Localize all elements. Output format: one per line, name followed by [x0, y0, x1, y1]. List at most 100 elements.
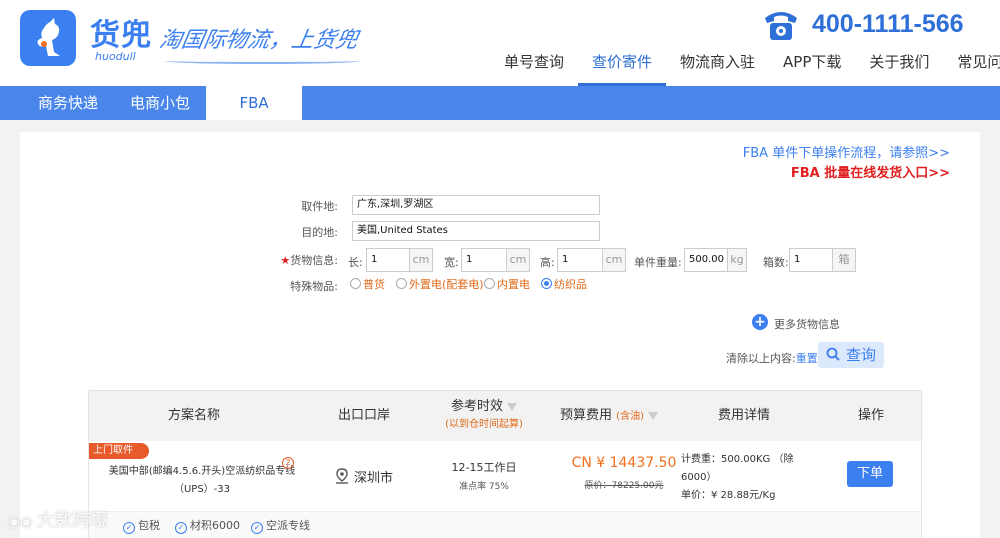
reset-link[interactable]: 重置 — [796, 352, 818, 365]
slogan-underline — [165, 58, 360, 64]
boxes-input[interactable]: 1 — [789, 248, 833, 272]
logo[interactable] — [20, 10, 76, 66]
tag-tax-included: ✓ 包税 — [123, 517, 160, 534]
nav-app-download[interactable]: APP下载 — [769, 48, 855, 86]
cargo-label-text: 货物信息: — [290, 254, 338, 267]
length-label: 长: — [348, 256, 363, 269]
table-header: 方案名称 出口口岸 参考时效 (以到仓时间起算) 预算费用 (含油) 费用详情 … — [89, 391, 921, 441]
col-eta[interactable]: 参考时效 (以到仓时间起算) — [419, 391, 549, 441]
weight-input[interactable]: 500.00 — [684, 248, 728, 272]
clear-label: 清除以上内容: — [726, 352, 796, 365]
query-button[interactable]: 查询 — [818, 342, 884, 368]
more-cargo-link[interactable]: 更多货物信息 — [774, 316, 840, 332]
fba-batch-link[interactable]: FBA 批量在线发货入口>> — [791, 162, 950, 181]
fee-detail: 计费重：500.00KG （除 6000） 单价：¥ 28.88元/Kg — [681, 451, 811, 505]
tag-air-line: ✓ 空派专线 — [251, 517, 310, 534]
boxes-unit: 箱 — [832, 248, 856, 272]
radio-textiles-label[interactable]: 纺织品 — [554, 276, 587, 292]
col-export-port: 出口口岸 — [337, 408, 390, 423]
watermark: ◉◉ 大数跨境 — [8, 506, 108, 532]
radio-external-battery-label[interactable]: 外置电(配套电) — [409, 276, 484, 292]
clear-text: 清除以上内容:重置 — [726, 350, 818, 366]
nav-tracking[interactable]: 单号查询 — [490, 48, 578, 86]
kangaroo-logo-icon — [37, 18, 60, 56]
feature-tags: ✓ 包税 ✓ 材积6000 ✓ 空派专线 — [89, 511, 921, 538]
col-action: 操作 — [857, 408, 884, 423]
check-circle-icon: ✓ — [251, 522, 263, 534]
original-price: 原价：78225.00元 — [584, 481, 664, 491]
check-circle-icon: ✓ — [175, 522, 187, 534]
destination-input[interactable]: 美国,United States — [352, 221, 600, 241]
origin-label: 取件地: — [301, 200, 338, 213]
tab-fba[interactable]: FBA — [206, 86, 303, 120]
chargeable-weight: 计费重：500.00KG （除 — [681, 454, 794, 465]
origin-input[interactable]: 广东,深圳,罗湖区 — [352, 195, 600, 215]
col-plan-name: 方案名称 — [167, 408, 220, 423]
estimated-price: CN ¥ 14437.50 — [571, 455, 677, 471]
location-pin-icon — [336, 468, 348, 484]
col-eta-sub: (以到仓时间起算) — [445, 419, 523, 430]
check-circle-icon: ✓ — [123, 522, 135, 534]
tag-volume: ✓ 材积6000 — [175, 517, 240, 534]
quote-panel: FBA 单件下单操作流程，请参照>> FBA 批量在线发货入口>> 取件地: 广… — [20, 132, 980, 538]
ontime-rate: 准点率 75% — [459, 482, 509, 492]
tag-label: 空派专线 — [266, 519, 310, 532]
col-cost[interactable]: 预算费用 (含油) — [549, 391, 669, 441]
port-name: 深圳市 — [354, 471, 394, 486]
slogan: 淘国际物流，上货兜 — [157, 28, 360, 53]
radio-general-goods[interactable] — [350, 278, 361, 289]
width-input[interactable]: 1 — [461, 248, 507, 272]
length-unit: cm — [409, 248, 433, 272]
radio-internal-battery-label[interactable]: 内置电 — [497, 276, 530, 292]
height-input[interactable]: 1 — [557, 248, 603, 272]
radio-textiles[interactable] — [541, 278, 552, 289]
col-eta-label: 参考时效 — [450, 399, 503, 414]
fba-flow-link[interactable]: FBA 单件下单操作流程，请参照>> — [743, 142, 950, 161]
weight-unit: kg — [727, 248, 747, 272]
radio-external-battery[interactable] — [396, 278, 407, 289]
tag-label: 包税 — [138, 519, 160, 532]
sort-arrow-icon[interactable] — [647, 411, 658, 420]
weight-label: 单件重量: — [634, 256, 682, 269]
col-cost-label: 预算费用 — [560, 408, 613, 423]
top-nav: 单号查询 查价寄件 物流商入驻 APP下载 关于我们 常见问题 — [490, 48, 1000, 86]
service-tabs: 商务快递 电商小包 FBA — [0, 86, 1000, 120]
nav-about[interactable]: 关于我们 — [855, 48, 943, 86]
cargo-label: ★货物信息: — [276, 252, 338, 268]
volumetric-divisor: 6000） — [681, 472, 717, 483]
special-goods-label: 特殊物品: — [290, 280, 338, 293]
radio-general-goods-label[interactable]: 普货 — [363, 276, 385, 292]
watermark-logo-icon: ◉◉ — [8, 514, 33, 530]
height-label: 高: — [540, 256, 555, 269]
query-button-label: 查询 — [845, 346, 876, 364]
hotline-number: 400-1111-566 — [812, 10, 964, 38]
brand-name: 货兜 — [90, 18, 152, 53]
tab-business-express[interactable]: 商务快递 — [22, 86, 114, 120]
col-fee-detail: 费用详情 — [717, 408, 770, 423]
site-header: 货兜 huodull 淘国际物流，上货兜 400-1111-566 单号查询 查… — [0, 0, 1000, 86]
route-name[interactable]: 美国中部(邮编4.5.6.开头)空派纺织品专线（UPS）-33 — [107, 463, 297, 499]
boxes-label: 箱数: — [763, 256, 789, 269]
order-button[interactable]: 下单 — [847, 461, 893, 487]
eta-days: 12-15工作日 — [451, 461, 517, 474]
length-input[interactable]: 1 — [366, 248, 410, 272]
nav-quote-ship[interactable]: 查价寄件 — [578, 48, 667, 86]
plus-circle-icon[interactable]: + — [752, 314, 768, 330]
nav-carrier-join[interactable]: 物流商入驻 — [666, 48, 769, 86]
brand-name-en: huodull — [95, 50, 136, 63]
width-unit: cm — [506, 248, 530, 272]
tag-label: 材积6000 — [190, 519, 240, 532]
height-unit: cm — [602, 248, 626, 272]
nav-faq[interactable]: 常见问题 — [943, 48, 1000, 86]
width-label: 宽: — [444, 256, 459, 269]
radio-internal-battery[interactable] — [484, 278, 495, 289]
sort-arrow-icon[interactable] — [507, 402, 517, 411]
search-icon — [826, 347, 840, 361]
tab-ecommerce-parcel[interactable]: 电商小包 — [114, 86, 206, 120]
telephone-icon — [765, 12, 797, 40]
destination-label: 目的地: — [301, 226, 338, 239]
info-badge-icon[interactable]: 2 — [282, 457, 294, 469]
required-star-icon: ★ — [280, 254, 291, 267]
results-table: 方案名称 出口口岸 参考时效 (以到仓时间起算) 预算费用 (含油) 费用详情 … — [88, 390, 922, 538]
col-cost-sub: (含油) — [616, 411, 644, 422]
